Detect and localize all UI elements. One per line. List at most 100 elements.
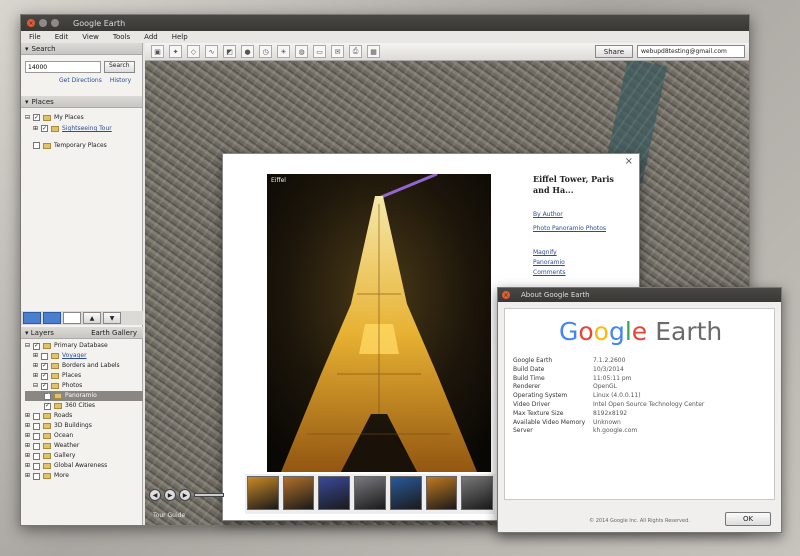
expand-icon[interactable]: ⊞: [33, 361, 38, 371]
photo-thumbnail[interactable]: [354, 476, 386, 510]
expand-icon[interactable]: ⊞: [25, 421, 30, 431]
expand-icon[interactable]: ⊞: [33, 351, 38, 361]
sun-icon[interactable]: ☀: [277, 45, 290, 58]
print-icon[interactable]: ⎙: [349, 45, 362, 58]
earth-gallery-tab[interactable]: Earth Gallery: [91, 329, 137, 337]
search-button[interactable]: Search: [104, 61, 135, 73]
checkbox[interactable]: ✓: [33, 342, 41, 350]
ruler-icon[interactable]: ▭: [313, 45, 326, 58]
history-icon[interactable]: ◷: [259, 45, 272, 58]
record-tour-icon[interactable]: ●: [241, 45, 254, 58]
path-icon[interactable]: ∿: [205, 45, 218, 58]
minimize-icon[interactable]: [39, 19, 47, 27]
expand-icon[interactable]: ⊟: [33, 381, 38, 391]
layer-row[interactable]: ⊞ ✓ Borders and Labels: [25, 361, 143, 371]
panoramio-link[interactable]: Panoramio: [533, 258, 633, 268]
rewind-icon[interactable]: ◀: [149, 489, 161, 501]
photo-thumbnail[interactable]: [318, 476, 351, 510]
menu-help[interactable]: Help: [172, 33, 188, 41]
expand-icon[interactable]: ⊞: [25, 471, 30, 481]
sidebar-icon[interactable]: ▣: [151, 45, 164, 58]
checkbox[interactable]: ✓: [41, 382, 49, 390]
maximize-icon[interactable]: [51, 19, 59, 27]
sidebar-toggle-icon[interactable]: [23, 312, 41, 324]
expand-icon[interactable]: ⊞: [25, 451, 30, 461]
tree-row[interactable]: ⊞ ✓ Sightseeing Tour: [25, 123, 138, 134]
layer-row[interactable]: ⊟ ✓ Primary Database: [25, 341, 143, 351]
author-link[interactable]: By Author: [533, 210, 633, 220]
close-icon[interactable]: ×: [502, 291, 510, 299]
menu-edit[interactable]: Edit: [55, 33, 69, 41]
layer-row[interactable]: ✓ Panoramio: [25, 391, 143, 401]
checkbox[interactable]: ✓: [41, 125, 49, 132]
layer-row[interactable]: ⊞ Roads: [25, 411, 143, 421]
move-down-icon[interactable]: ▼: [103, 312, 121, 324]
tree-label[interactable]: Sightseeing Tour: [62, 123, 112, 134]
forward-icon[interactable]: ▶: [179, 489, 191, 501]
checkbox[interactable]: [33, 472, 41, 480]
photo-thumbnail[interactable]: [247, 476, 279, 510]
menu-file[interactable]: File: [29, 33, 41, 41]
comments-link[interactable]: Comments: [533, 268, 633, 278]
checkbox[interactable]: [33, 412, 41, 420]
history-link[interactable]: History: [110, 77, 131, 84]
layer-row[interactable]: ⊞ Voyager: [25, 351, 143, 361]
photos-link[interactable]: Photo Panoramio Photos: [533, 224, 633, 234]
photo-thumbnail[interactable]: [461, 476, 494, 510]
checkbox[interactable]: [33, 452, 41, 460]
tour-guide-label[interactable]: Tour Guide: [153, 512, 185, 519]
layer-row[interactable]: ⊞ Global Awareness: [25, 461, 143, 471]
search-section-header[interactable]: ▾ Search: [21, 43, 142, 55]
checkbox[interactable]: ✓: [41, 362, 49, 370]
expand-icon[interactable]: ⊞: [25, 461, 30, 471]
checkbox[interactable]: [41, 352, 49, 360]
checkbox[interactable]: ✓: [41, 372, 49, 380]
layer-row[interactable]: ⊞ ✓ Places: [25, 371, 143, 381]
menu-add[interactable]: Add: [144, 33, 158, 41]
get-directions-link[interactable]: Get Directions: [59, 77, 102, 84]
menu-tools[interactable]: Tools: [113, 33, 130, 41]
layers-tab[interactable]: ▾ Layers: [25, 329, 54, 337]
email-icon[interactable]: ✉: [331, 45, 344, 58]
photo-thumbnail[interactable]: [282, 476, 315, 510]
checkbox[interactable]: [33, 462, 41, 470]
close-icon[interactable]: ×: [625, 156, 633, 167]
photo-thumbnail[interactable]: [425, 476, 458, 510]
checkbox[interactable]: [33, 442, 41, 450]
placemark-icon[interactable]: ✦: [169, 45, 182, 58]
layer-row[interactable]: ⊞ Weather: [25, 441, 143, 451]
places-section-header[interactable]: ▾ Places: [21, 96, 142, 108]
search-input[interactable]: [25, 61, 101, 73]
magnify-link[interactable]: Magnify: [533, 248, 633, 258]
checkbox[interactable]: ✓: [33, 114, 41, 121]
polygon-icon[interactable]: ◇: [187, 45, 200, 58]
overlay-icon[interactable]: ◩: [223, 45, 236, 58]
checkbox[interactable]: [33, 422, 41, 430]
expand-icon[interactable]: ⊞: [25, 431, 30, 441]
checkbox[interactable]: [33, 432, 41, 440]
layer-row[interactable]: ⊞ More: [25, 471, 143, 481]
expand-icon[interactable]: ⊞: [33, 371, 38, 381]
tour-progress[interactable]: [194, 493, 224, 497]
layer-row[interactable]: ⊟ ✓ Photos: [25, 381, 143, 391]
checkbox[interactable]: ✓: [44, 392, 51, 400]
expand-icon[interactable]: ⊞: [25, 411, 30, 421]
ok-button[interactable]: OK: [725, 512, 771, 526]
layer-row[interactable]: ✓ 360 Cities: [25, 401, 143, 411]
expand-icon[interactable]: ⊞: [33, 123, 38, 134]
tree-row[interactable]: ⊟ ✓ My Places: [25, 112, 138, 123]
map-icon[interactable]: ▦: [367, 45, 380, 58]
menu-view[interactable]: View: [82, 33, 99, 41]
move-up-icon[interactable]: ▲: [83, 312, 101, 324]
play-icon[interactable]: ▶: [164, 489, 176, 501]
layer-row[interactable]: ⊞ 3D Buildings: [25, 421, 143, 431]
tree-row[interactable]: Temporary Places: [25, 140, 138, 151]
expand-icon[interactable]: ⊟: [25, 341, 30, 351]
eiffel-photo[interactable]: Eiffel: [267, 174, 491, 472]
account-field[interactable]: webupd8testing@gmail.com: [637, 45, 745, 58]
layout-icon[interactable]: [43, 312, 61, 324]
planets-icon[interactable]: ◍: [295, 45, 308, 58]
blank-field[interactable]: [63, 312, 81, 324]
expand-icon[interactable]: ⊞: [25, 441, 30, 451]
layer-row[interactable]: ⊞ Gallery: [25, 451, 143, 461]
